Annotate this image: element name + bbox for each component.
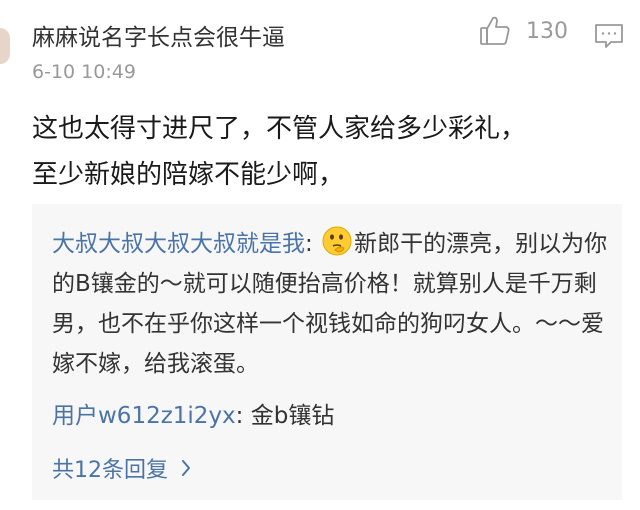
- comment-bubble-icon[interactable]: [594, 22, 624, 50]
- chevron-right-icon[interactable]: [180, 459, 192, 477]
- view-all-replies-link[interactable]: 共12条回复: [52, 452, 192, 484]
- reply-section: 大叔大叔大叔大叔就是我: 新郎干的漂亮，别以为你的B镶金的～就可以随便抬高价格！…: [32, 204, 622, 500]
- sub-reply-author[interactable]: 用户w612z1i2yx: [52, 403, 236, 429]
- comment-username[interactable]: 麻麻说名字长点会很牛逼: [32, 18, 285, 52]
- avatar[interactable]: [0, 28, 10, 64]
- like-count: 130: [526, 18, 568, 44]
- thumbs-up-icon[interactable]: [478, 14, 512, 48]
- comment-timestamp: 6-10 10:49: [32, 61, 136, 83]
- total-replies-label[interactable]: 共12条回复: [52, 452, 168, 484]
- like-button[interactable]: 130: [478, 14, 568, 48]
- thinking-face-icon: [321, 225, 353, 257]
- sub-reply-item: 用户w612z1i2yx: 金b镶钻: [52, 396, 334, 430]
- reply-separator: :: [305, 231, 313, 257]
- comment-content: 这也太得寸进尺了，不管人家给多少彩礼， 至少新娘的陪嫁不能少啊，: [32, 114, 527, 190]
- comment-item: 麻麻说名字长点会很牛逼 6-10 10:49 130 这也太得寸进尺了，不管人家…: [0, 0, 640, 510]
- sub-reply-separator: :: [235, 403, 244, 429]
- sub-reply-text: 金b镶钻: [250, 403, 335, 429]
- reply-item: 大叔大叔大叔大叔就是我: 新郎干的漂亮，别以为你的B镶金的～就可以随便抬高价格！…: [52, 224, 612, 384]
- reply-author[interactable]: 大叔大叔大叔大叔就是我: [52, 231, 305, 257]
